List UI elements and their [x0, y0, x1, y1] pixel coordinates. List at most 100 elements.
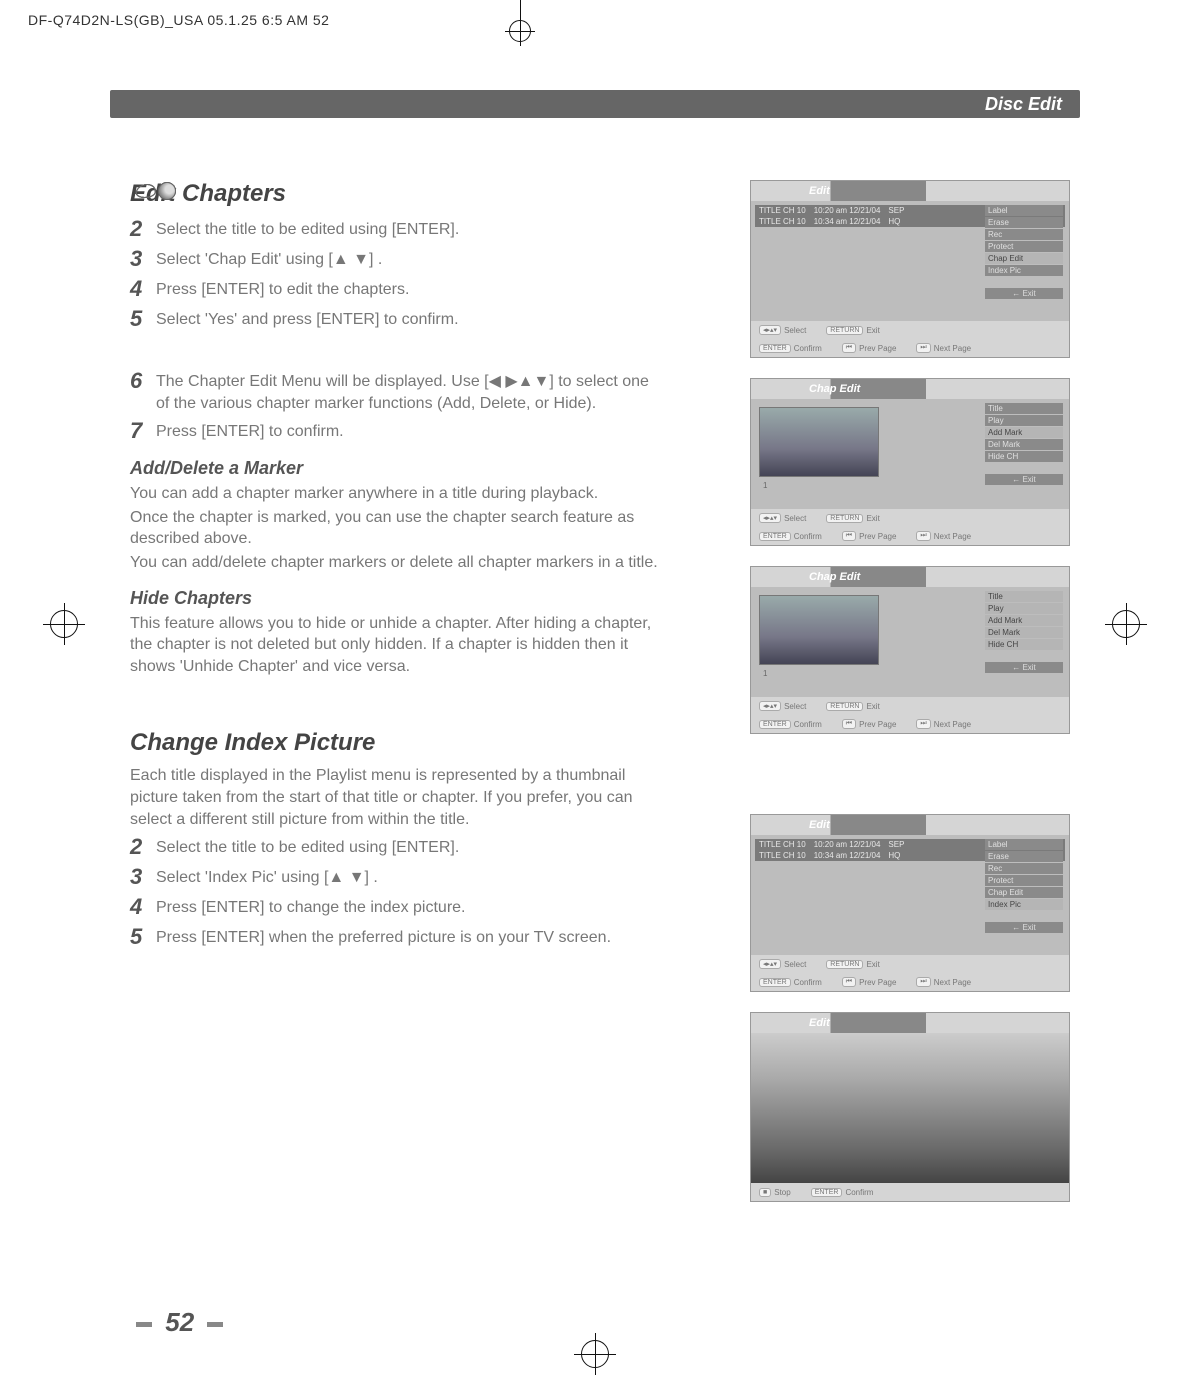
menu-item-protect[interactable]: Protect: [985, 875, 1063, 886]
step-text: Press [ENTER] to confirm.: [156, 418, 344, 443]
preview-image: [759, 407, 879, 477]
enter-key-icon: ENTER: [759, 344, 791, 353]
step-row: 6 The Chapter Edit Menu will be displaye…: [130, 368, 660, 414]
exit-item[interactable]: ← Exit: [985, 288, 1063, 299]
menu-item-chap-edit[interactable]: Chap Edit: [985, 253, 1063, 264]
print-header: DF-Q74D2N-LS(GB)_USA 05.1.25 6:5 AM 52: [28, 12, 329, 28]
side-menu: Title Play Add Mark Del Mark Hide CH ← E…: [985, 403, 1063, 485]
step-text: Press [ENTER] when the preferred picture…: [156, 924, 611, 949]
step-row: 5 Press [ENTER] when the preferred pictu…: [130, 924, 660, 950]
menu-item-add-mark[interactable]: Add Mark: [985, 427, 1063, 438]
menu-item-label[interactable]: Label: [985, 839, 1063, 850]
step-row: 7 Press [ENTER] to confirm.: [130, 418, 660, 444]
paragraph: This feature allows you to hide or unhid…: [130, 613, 660, 678]
menu-item-del-mark[interactable]: Del Mark: [985, 627, 1063, 638]
footer-label: Select: [784, 702, 806, 711]
menu-item-rec[interactable]: Rec: [985, 863, 1063, 874]
menu-item-erase[interactable]: Erase: [985, 217, 1063, 228]
paragraph: Once the chapter is marked, you can use …: [130, 507, 660, 550]
step-row: 4 Press [ENTER] to edit the chapters.: [130, 276, 660, 302]
menu-item-hide-ch[interactable]: Hide CH: [985, 639, 1063, 650]
step-text: The Chapter Edit Menu will be displayed.…: [156, 368, 660, 414]
footer-label: Exit: [866, 514, 879, 523]
menu-item-hide-ch[interactable]: Hide CH: [985, 451, 1063, 462]
cell: 10:20 am 12/21/04: [814, 840, 881, 849]
disc-icon: [136, 182, 180, 198]
divider-icon: [136, 1322, 152, 1327]
cell: 10:34 am 12/21/04: [814, 851, 881, 860]
step-row: 5 Select 'Yes' and press [ENTER] to conf…: [130, 306, 660, 332]
step-number: 5: [130, 306, 156, 332]
heading-change-index-picture: Change Index Picture: [130, 729, 660, 757]
next-icon: ⏭: [916, 719, 930, 729]
panel-footer: ◂▸▴▾Select RETURNExit: [751, 321, 1069, 339]
step-row: 2 Select the title to be edited using [E…: [130, 834, 660, 860]
prev-icon: ⏮: [842, 719, 856, 729]
menu-item-del-mark[interactable]: Del Mark: [985, 439, 1063, 450]
panel-edit-preview: Edit ■Stop ENTERConfirm: [750, 1012, 1070, 1202]
exit-item[interactable]: ← Exit: [985, 662, 1063, 673]
step-number: 3: [130, 864, 156, 890]
menu-item-title[interactable]: Title: [985, 591, 1063, 602]
menu-item-index-pic[interactable]: Index Pic: [985, 899, 1063, 910]
step-row: 4 Press [ENTER] to change the index pict…: [130, 894, 660, 920]
cell: TITLE CH 10: [759, 217, 806, 226]
cell: 10:34 am 12/21/04: [814, 217, 881, 226]
exit-item[interactable]: ← Exit: [985, 922, 1063, 933]
menu-item-chap-edit[interactable]: Chap Edit: [985, 887, 1063, 898]
panel-title: Edit: [809, 819, 830, 831]
footer-label: Prev Page: [859, 344, 896, 353]
page-number: 52: [130, 1307, 229, 1338]
step-text: Select the title to be edited using [ENT…: [156, 216, 459, 241]
menu-item-add-mark[interactable]: Add Mark: [985, 615, 1063, 626]
step-row: 3 Select 'Index Pic' using [▲ ▼] .: [130, 864, 660, 890]
step-text: Select 'Chap Edit' using [▲ ▼] .: [156, 246, 382, 271]
footer-label: Confirm: [794, 978, 822, 987]
panel-header: Edit: [751, 815, 1069, 835]
step-number: 5: [130, 924, 156, 950]
cell: SEP: [888, 206, 904, 215]
menu-item-play[interactable]: Play: [985, 603, 1063, 614]
footer-label: Prev Page: [859, 720, 896, 729]
step-number: 6: [130, 368, 156, 394]
footer-label: Confirm: [794, 344, 822, 353]
menu-item-index-pic[interactable]: Index Pic: [985, 265, 1063, 276]
arrows-icon: ◂▸▴▾: [759, 959, 781, 969]
footer-label: Next Page: [934, 720, 971, 729]
footer-label: Exit: [866, 960, 879, 969]
step-row: 2 Select the title to be edited using [E…: [130, 216, 660, 242]
panel-footer: ◂▸▴▾Select RETURNExit: [751, 697, 1069, 715]
exit-item[interactable]: ← Exit: [985, 474, 1063, 485]
arrows-icon: ◂▸▴▾: [759, 325, 781, 335]
paragraph: You can add/delete chapter markers or de…: [130, 552, 660, 574]
cell: SEP: [888, 840, 904, 849]
panel-footer: ENTERConfirm ⏮Prev Page ⏭ Next Page: [751, 715, 1069, 733]
panel-edit: Edit TITLE CH 10 10:20 am 12/21/04 SEP T…: [750, 814, 1070, 992]
panel-footer: ENTERConfirm ⏮Prev Page ⏭Next Page: [751, 339, 1069, 357]
panel-title: Chap Edit: [809, 383, 860, 395]
arrows-icon: ◂▸▴▾: [759, 701, 781, 711]
panel-title: Edit: [809, 1017, 830, 1029]
prev-icon: ⏮: [842, 343, 856, 353]
cell: HQ: [888, 217, 900, 226]
panel-chap-edit: Chap Edit 1 Title Play Add Mark Del Mark…: [750, 378, 1070, 546]
footer-label: Stop: [774, 1188, 790, 1197]
menu-item-label[interactable]: Label: [985, 205, 1063, 216]
enter-key-icon: ENTER: [759, 720, 791, 729]
menu-item-erase[interactable]: Erase: [985, 851, 1063, 862]
panel-header: Chap Edit: [751, 379, 1069, 399]
footer-label: Confirm: [794, 720, 822, 729]
next-icon: ⏭: [916, 531, 930, 541]
enter-key-icon: ENTER: [811, 1188, 843, 1197]
menu-item-protect[interactable]: Protect: [985, 241, 1063, 252]
registration-mark-icon: [50, 610, 78, 638]
menu-item-play[interactable]: Play: [985, 415, 1063, 426]
panel-footer: ENTERConfirm ⏮Prev Page ⏭Next Page: [751, 527, 1069, 545]
menu-item-title[interactable]: Title: [985, 403, 1063, 414]
footer-label: Exit: [866, 326, 879, 335]
cell: 10:20 am 12/21/04: [814, 206, 881, 215]
next-icon: ⏭: [916, 343, 930, 353]
menu-item-rec[interactable]: Rec: [985, 229, 1063, 240]
footer-label: Confirm: [845, 1188, 873, 1197]
step-number: 3: [130, 246, 156, 272]
